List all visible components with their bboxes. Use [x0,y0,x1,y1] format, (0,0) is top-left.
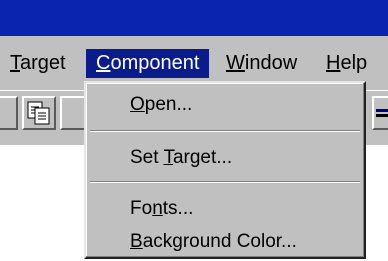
menu-component[interactable]: Component [86,49,210,78]
menu-window[interactable]: Window [226,49,297,78]
menu-help-accel: H [326,52,341,74]
toolbar-button-right[interactable] [372,96,388,130]
menu-component-rest: omponent [110,52,200,74]
menu-separator [90,130,360,132]
toolbar-button-partial[interactable] [60,96,86,130]
menu-help[interactable]: Help [326,49,367,78]
menu-item-fonts[interactable]: Fonts... [130,196,193,222]
component-dropdown-menu: Open... Set Target... Fonts... Backgroun… [84,81,366,259]
toolbar-right-icon [376,109,388,117]
title-bar [0,0,388,36]
menu-item-open[interactable]: Open... [130,92,192,118]
menu-target-accel: T [10,52,20,74]
menu-help-rest: elp [340,52,368,74]
menu-item-set-target[interactable]: Set Target... [130,145,232,171]
toolbar-button-left[interactable] [0,96,18,130]
menu-window-accel: W [226,52,245,74]
menu-item-background-color[interactable]: Background Color... [130,229,297,255]
copy-icon [27,101,50,125]
menu-component-accel: C [96,52,111,74]
menu-target-rest: arget [20,52,66,74]
toolbar-copy-button[interactable] [22,96,56,130]
menu-window-rest: indow [244,52,298,74]
menu-separator [90,181,360,183]
menu-target[interactable]: Target [10,49,66,78]
